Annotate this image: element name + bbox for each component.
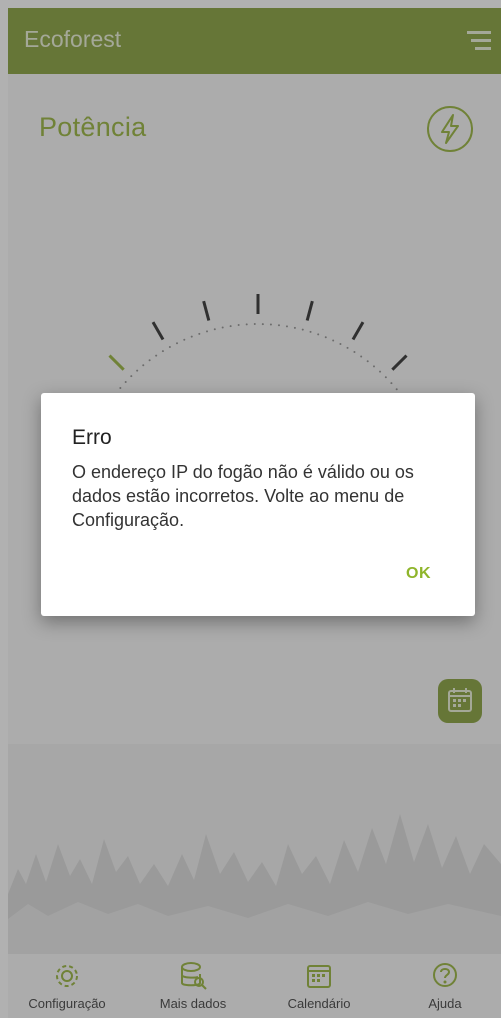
dialog-title: Erro [72,426,112,449]
ok-button[interactable]: OK [406,565,431,583]
error-dialog: Erro O endereço IP do fogão não é válido… [41,393,475,616]
dialog-message: O endereço IP do fogão não é válido ou o… [72,462,414,530]
